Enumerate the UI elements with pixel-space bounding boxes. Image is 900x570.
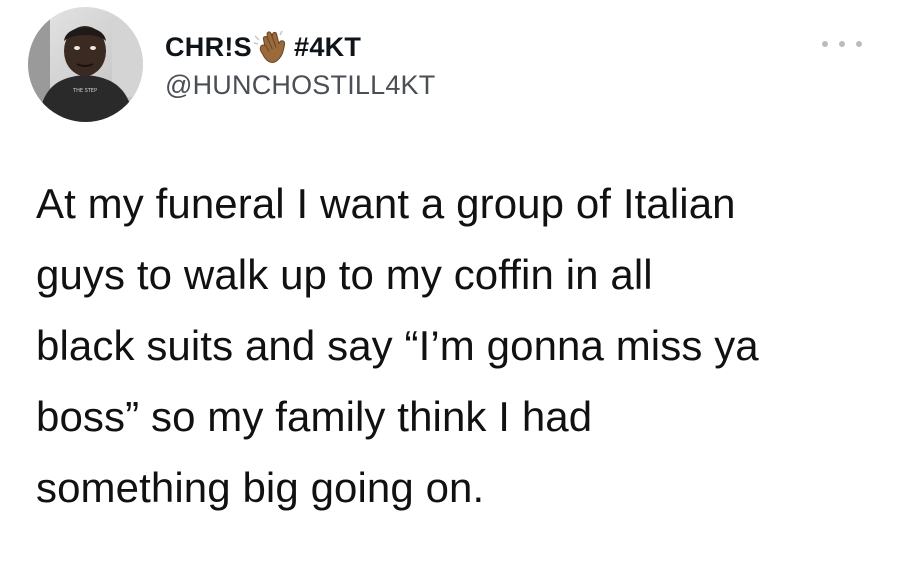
tweet-line: boss” so my family think I had xyxy=(36,393,593,440)
tweet-text: At my funeral I want a group of Italian … xyxy=(36,168,886,523)
tweet-line: At my funeral I want a group of Italian xyxy=(36,180,736,227)
author-handle[interactable]: @HUNCHOSTILL4KT xyxy=(165,70,435,101)
display-name-suffix: #4KT xyxy=(294,31,362,62)
more-dot xyxy=(839,41,845,47)
display-name-text: CHR!S xyxy=(165,31,252,62)
tweet-line: something big going on. xyxy=(36,464,485,511)
tweet-line: guys to walk up to my coffin in all xyxy=(36,251,653,298)
author-display-name[interactable]: CHR!S #4KT xyxy=(165,28,361,66)
avatar-photo: THE STEP xyxy=(28,7,143,122)
more-dots-icon[interactable] xyxy=(822,34,862,54)
avatar-shirt-text: THE STEP xyxy=(72,88,97,94)
waving-hand-icon xyxy=(252,28,292,66)
tweet-card: THE STEP CHR!S #4KT @HUNCHOSTILL4KT At m… xyxy=(0,0,900,570)
tweet-line: black suits and say “I’m gonna miss ya xyxy=(36,322,759,369)
avatar[interactable]: THE STEP xyxy=(28,7,143,122)
more-dot xyxy=(856,41,862,47)
more-dot xyxy=(822,41,828,47)
